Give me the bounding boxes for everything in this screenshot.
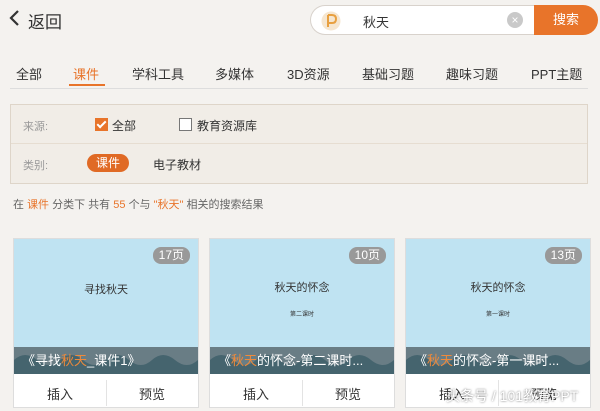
summary-text: 在 <box>13 199 24 211</box>
summary-text: 个与 <box>128 199 151 211</box>
tabs-divider <box>10 88 588 89</box>
summary-keyword: "秋天" <box>153 199 184 211</box>
app-logo-icon <box>321 11 341 31</box>
source-filter-row: 来源: 全部 教育资源库 <box>11 105 587 144</box>
card-caption: 《寻找秋天_课件1》 <box>14 347 198 374</box>
tab-ppt-themes[interactable]: PPT主题 <box>531 64 582 83</box>
summary-category: 课件 <box>27 199 50 211</box>
tab-courseware[interactable]: 课件 <box>73 64 99 83</box>
top-bar: 返回 秋天 × 搜索 <box>0 0 600 44</box>
watermark: 头条号 / 101教育PPT <box>446 388 579 404</box>
tab-all[interactable]: 全部 <box>16 64 42 83</box>
card-actions: 插入 预览 <box>210 378 394 406</box>
category-courseware-pill[interactable]: 课件 <box>87 154 129 172</box>
result-summary: 在 课件 分类下 共有 55 个与 "秋天" 相关的搜索结果 <box>13 196 264 212</box>
category-ebook-option[interactable]: 电子教材 <box>153 156 201 173</box>
card-caption: 《秋天的怀念-第二课时... <box>210 347 394 374</box>
insert-button[interactable]: 插入 <box>14 384 106 403</box>
chevron-left-icon <box>8 9 22 32</box>
tab-basic-exercises[interactable]: 基础习题 <box>362 64 414 83</box>
tab-3d-resources[interactable]: 3D资源 <box>287 64 330 83</box>
page-count-badge: 10页 <box>348 247 386 264</box>
thumbnail-title: 秋天的怀念 <box>470 281 526 294</box>
active-tab-indicator <box>69 84 105 86</box>
card-thumbnail[interactable]: 17页 寻找秋天 《寻找秋天_课件1》 <box>14 239 198 374</box>
source-library-checkbox[interactable] <box>179 118 192 131</box>
result-card[interactable]: 13页 秋天的怀念 第一课时 《秋天的怀念-第一课时... 插入 预览 <box>405 238 591 408</box>
insert-button[interactable]: 插入 <box>210 384 302 403</box>
source-all-checkbox[interactable] <box>95 118 108 131</box>
result-card[interactable]: 17页 寻找秋天 《寻找秋天_课件1》 插入 预览 <box>13 238 199 408</box>
thumbnail-subtitle: 第一课时 <box>485 311 510 318</box>
clear-icon[interactable]: × <box>507 12 523 28</box>
summary-text: 相关的搜索结果 <box>186 199 264 211</box>
source-label: 来源: <box>23 121 49 133</box>
card-actions: 插入 预览 <box>14 378 198 406</box>
source-library-label[interactable]: 教育资源库 <box>197 117 257 134</box>
filter-panel: 来源: 全部 教育资源库 类别: 课件 电子教材 <box>10 104 588 184</box>
category-label: 类别: <box>23 160 49 172</box>
tab-subject-tools[interactable]: 学科工具 <box>132 64 184 83</box>
page-count-badge: 17页 <box>152 247 190 264</box>
card-caption: 《秋天的怀念-第一课时... <box>406 347 590 374</box>
thumbnail-subtitle: 第二课时 <box>289 311 314 318</box>
search-input[interactable]: 秋天 <box>363 12 389 31</box>
search-box[interactable]: 秋天 × <box>310 5 535 35</box>
search-button[interactable]: 搜索 <box>534 5 598 35</box>
preview-button[interactable]: 预览 <box>106 384 198 403</box>
card-thumbnail[interactable]: 10页 秋天的怀念 第二课时 《秋天的怀念-第二课时... <box>210 239 394 374</box>
back-button[interactable]: 返回 <box>8 8 62 33</box>
source-all-label[interactable]: 全部 <box>112 117 136 134</box>
thumbnail-title: 秋天的怀念 <box>274 281 330 294</box>
card-thumbnail[interactable]: 13页 秋天的怀念 第一课时 《秋天的怀念-第一课时... <box>406 239 590 374</box>
result-card[interactable]: 10页 秋天的怀念 第二课时 《秋天的怀念-第二课时... 插入 预览 <box>209 238 395 408</box>
summary-text: 分类下 共有 <box>52 199 111 211</box>
back-label: 返回 <box>28 13 62 32</box>
tab-multimedia[interactable]: 多媒体 <box>215 64 254 83</box>
page-count-badge: 13页 <box>544 247 582 264</box>
preview-button[interactable]: 预览 <box>302 384 394 403</box>
tab-fun-exercises[interactable]: 趣味习题 <box>446 64 498 83</box>
summary-count: 55 <box>113 199 126 211</box>
category-filter-row: 类别: 课件 电子教材 <box>11 144 587 182</box>
thumbnail-title: 寻找秋天 <box>84 283 128 296</box>
